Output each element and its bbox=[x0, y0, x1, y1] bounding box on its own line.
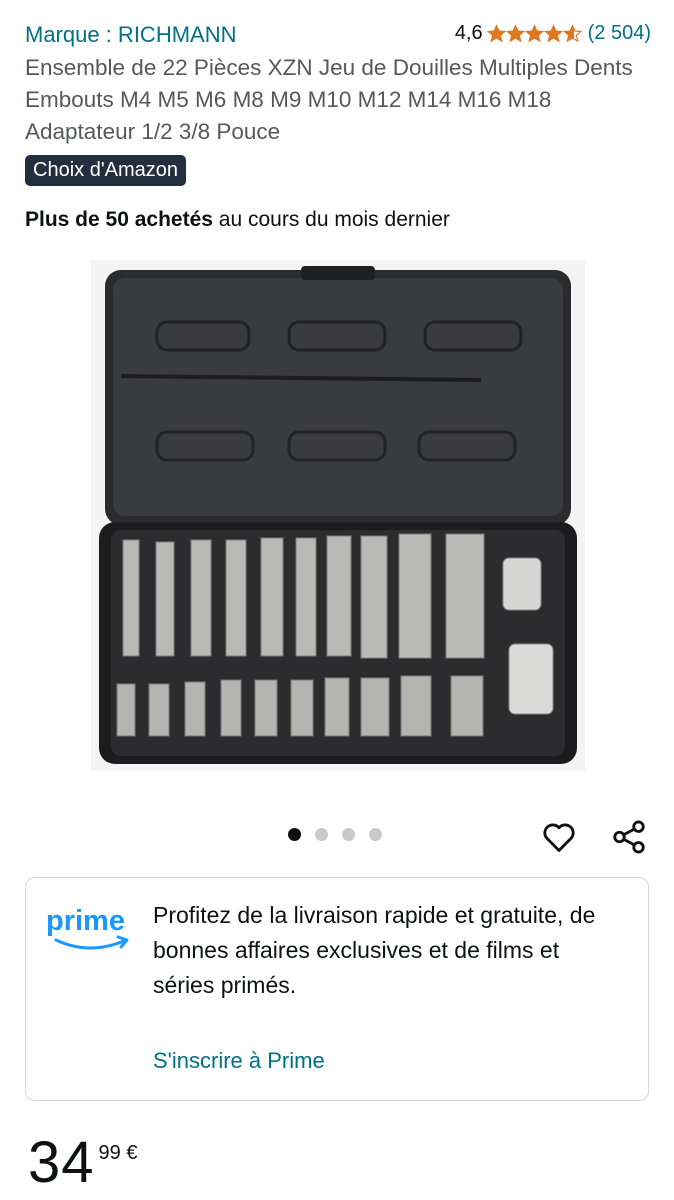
carousel-dot[interactable] bbox=[315, 828, 328, 841]
price-fraction: 99 € bbox=[98, 1142, 138, 1164]
prime-signup-link[interactable]: S'inscrire à Prime bbox=[153, 1048, 325, 1074]
carousel-dot[interactable] bbox=[288, 828, 301, 841]
bought-count-rest: au cours du mois dernier bbox=[212, 208, 450, 231]
svg-text:prime: prime bbox=[46, 905, 125, 937]
product-title: Ensemble de 22 Pièces XZN Jeu de Douille… bbox=[25, 55, 633, 144]
brand-rating-row: Marque : RICHMANN 4,6 (2 504) bbox=[25, 20, 651, 52]
rating-value: 4,6 bbox=[454, 22, 483, 44]
star-icon bbox=[486, 24, 506, 43]
carousel-dot[interactable] bbox=[342, 828, 355, 841]
bought-count-bold: Plus de 50 achetés bbox=[25, 208, 213, 231]
price: 34 99 € bbox=[28, 1130, 137, 1196]
product-image[interactable] bbox=[91, 260, 585, 771]
rating-summary[interactable]: 4,6 (2 504) bbox=[455, 22, 651, 45]
star-icon bbox=[562, 24, 582, 43]
heart-icon[interactable] bbox=[540, 818, 578, 856]
brand-link[interactable]: Marque : RICHMANN bbox=[25, 22, 236, 48]
star-rating-icon bbox=[486, 24, 582, 43]
carousel-dot[interactable] bbox=[369, 828, 382, 841]
rating-count[interactable]: (2 504) bbox=[588, 22, 651, 45]
star-icon bbox=[505, 24, 525, 43]
bought-count: Plus de 50 achetés au cours du mois dern… bbox=[25, 208, 450, 232]
share-icon[interactable] bbox=[610, 818, 648, 856]
prime-logo: prime bbox=[46, 905, 129, 950]
star-icon bbox=[543, 24, 563, 43]
prime-message: Profitez de la livraison rapide et gratu… bbox=[153, 902, 596, 998]
image-carousel-dots[interactable] bbox=[288, 828, 382, 841]
price-whole: 34 bbox=[28, 1130, 95, 1195]
prime-promo-card: prime Profitez de la livraison rapide et… bbox=[25, 877, 649, 1101]
star-icon bbox=[524, 24, 544, 43]
amazons-choice-badge[interactable]: Choix d'Amazon bbox=[25, 155, 186, 186]
